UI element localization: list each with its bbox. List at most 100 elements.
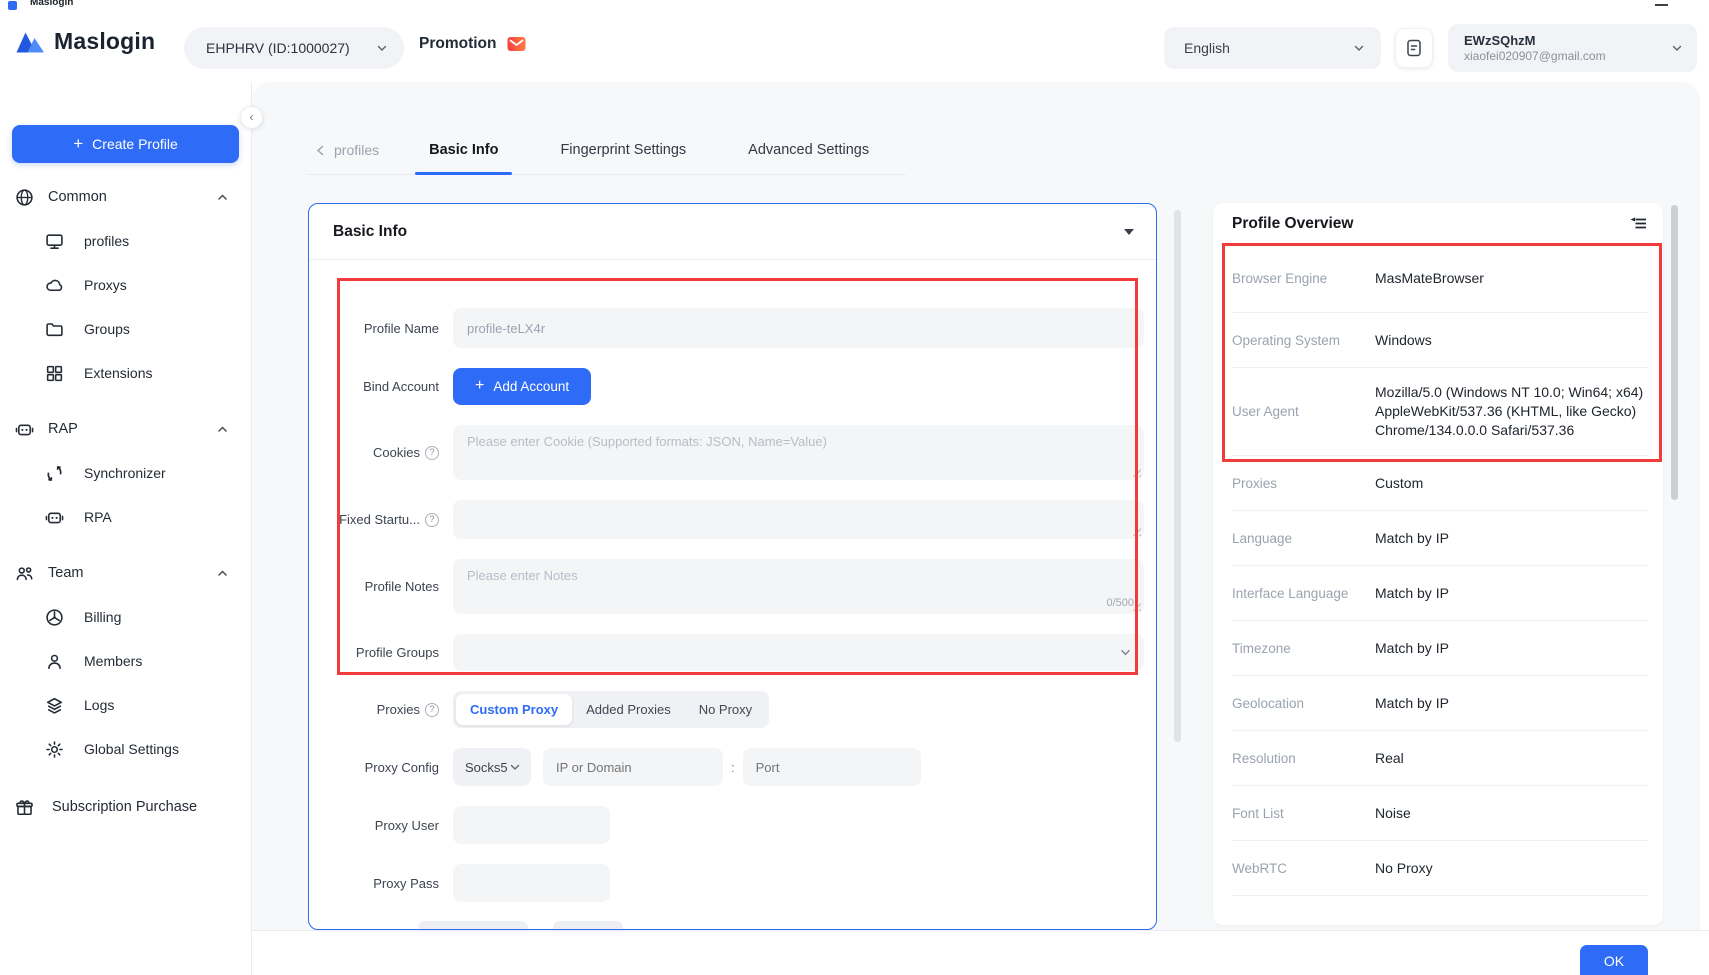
overview-row-label: User Agent: [1232, 404, 1375, 419]
help-icon[interactable]: ?: [425, 513, 439, 527]
sidebar-item-rpa[interactable]: RPA: [0, 495, 251, 539]
overview-rows: Browser Engine MasMateBrowser Operating …: [1213, 245, 1663, 896]
add-account-button[interactable]: + Add Account: [453, 368, 591, 405]
proxy-type-select[interactable]: Socks5: [453, 748, 531, 786]
profile-groups-row: Profile Groups: [309, 634, 1134, 671]
overview-row-value: Mozilla/5.0 (Windows NT 10.0; Win64; x64…: [1375, 383, 1648, 440]
promotion-label: Promotion: [419, 35, 497, 53]
sidebar-item-groups[interactable]: Groups: [0, 307, 251, 351]
overview-row-value: Match by IP: [1375, 584, 1648, 603]
sync-icon: [44, 463, 64, 483]
sidebar-item-extensions[interactable]: Extensions: [0, 351, 251, 395]
proxy-config-label: Proxy Config: [309, 760, 439, 775]
sidebar-section-team[interactable]: Team: [0, 551, 251, 595]
sidebar-collapse-button[interactable]: ‹: [240, 106, 263, 129]
help-icon[interactable]: ?: [425, 703, 439, 717]
minimize-icon[interactable]: [1655, 4, 1668, 6]
overview-row: Font List Noise: [1232, 786, 1648, 841]
overview-row-value: Match by IP: [1375, 694, 1648, 713]
sidebar-item-label: RPA: [84, 509, 112, 525]
language-value: English: [1184, 40, 1230, 56]
user-account-dropdown[interactable]: EWzSQhzM xiaofei020907@gmail.com: [1448, 24, 1697, 72]
plus-icon: +: [73, 135, 83, 152]
sidebar-section-rap[interactable]: RAP: [0, 407, 251, 451]
clipped-control: [553, 921, 623, 929]
overview-row-label: Geolocation: [1232, 696, 1375, 711]
help-icon[interactable]: ?: [425, 446, 439, 460]
sidebar: + Create Profile Common profiles: [0, 82, 252, 975]
language-dropdown[interactable]: English: [1164, 27, 1381, 69]
breadcrumb-label: profiles: [334, 142, 379, 158]
chevron-down-icon: [1353, 42, 1365, 54]
sidebar-item-subscription-purchase[interactable]: Subscription Purchase: [0, 785, 251, 829]
overview-options-icon[interactable]: [1630, 217, 1647, 230]
sidebar-item-label: Members: [84, 653, 142, 669]
workspace-dropdown[interactable]: EHPHRV (ID:1000027): [184, 27, 404, 69]
notes-textarea-wrap: 0/500: [453, 559, 1144, 614]
notes-counter: 0/500: [1106, 597, 1134, 609]
form-scrollbar[interactable]: [1174, 210, 1181, 742]
overview-row: User Agent Mozilla/5.0 (Windows NT 10.0;…: [1232, 368, 1648, 456]
basic-info-form: Profile Name Bind Account + Add Account: [309, 260, 1156, 902]
profile-name-input[interactable]: [453, 308, 1144, 348]
sidebar-item-global-settings[interactable]: Global Settings: [0, 727, 251, 771]
sidebar-item-proxys[interactable]: Proxys: [0, 263, 251, 307]
sidebar-item-logs[interactable]: Logs: [0, 683, 251, 727]
overview-row: Timezone Match by IP: [1232, 621, 1648, 676]
promotion-link[interactable]: Promotion: [419, 35, 526, 53]
tab-advanced-settings[interactable]: Advanced Settings: [738, 135, 879, 165]
team-icon: [14, 563, 34, 583]
sidebar-item-billing[interactable]: Billing: [0, 595, 251, 639]
docs-button[interactable]: [1395, 28, 1433, 68]
sidebar-item-label: Groups: [84, 321, 130, 337]
overview-row: Geolocation Match by IP: [1232, 676, 1648, 731]
sidebar-item-profiles[interactable]: profiles: [0, 219, 251, 263]
basic-info-card-header[interactable]: Basic Info: [309, 204, 1156, 260]
tabs-divider: [306, 174, 906, 175]
profile-name-label: Profile Name: [309, 321, 439, 336]
sidebar-item-label: profiles: [84, 233, 129, 249]
person-icon: [44, 651, 64, 671]
overview-scrollbar[interactable]: [1671, 205, 1678, 500]
cookies-label: Cookies?: [309, 445, 439, 460]
create-profile-button[interactable]: + Create Profile: [12, 125, 239, 163]
overview-row: Resolution Real: [1232, 731, 1648, 786]
sidebar-section-label: Team: [48, 565, 83, 581]
sidebar-item-members[interactable]: Members: [0, 639, 251, 683]
globe-icon: [14, 187, 34, 207]
proxy-pass-input[interactable]: [453, 864, 610, 902]
window-title: Maslogin: [30, 0, 73, 8]
robot-icon: [44, 507, 64, 527]
overview-row-value: Custom: [1375, 474, 1648, 493]
proxy-user-input[interactable]: [453, 806, 610, 844]
tab-fingerprint-settings[interactable]: Fingerprint Settings: [550, 135, 696, 165]
breadcrumb-back[interactable]: profiles: [314, 142, 379, 158]
overview-row: Proxies Custom: [1232, 456, 1648, 511]
sidebar-section-label: RAP: [48, 421, 78, 437]
user-email: xiaofei020907@gmail.com: [1464, 49, 1671, 64]
cookies-textarea[interactable]: [453, 425, 1144, 480]
overview-row-value: No Proxy: [1375, 859, 1648, 878]
tab-basic-info[interactable]: Basic Info: [419, 135, 508, 165]
notes-textarea[interactable]: [453, 559, 1144, 614]
profile-groups-select[interactable]: [453, 634, 1144, 671]
billing-wheel-icon: [44, 607, 64, 627]
chevron-down-icon: [376, 42, 388, 54]
ok-button[interactable]: OK: [1580, 945, 1648, 975]
proxy-port-input[interactable]: [743, 748, 921, 786]
clipped-control: [418, 921, 528, 929]
monitor-icon: [44, 231, 64, 251]
sidebar-item-synchronizer[interactable]: Synchronizer: [0, 451, 251, 495]
sidebar-section-common[interactable]: Common: [0, 175, 251, 219]
proxy-pass-row: Proxy Pass: [309, 864, 1134, 902]
proxy-tab-custom[interactable]: Custom Proxy: [456, 694, 572, 725]
sidebar-item-label: Global Settings: [84, 741, 179, 757]
document-icon: [1405, 38, 1423, 58]
proxy-tab-added[interactable]: Added Proxies: [572, 694, 685, 725]
proxy-host-input[interactable]: [543, 748, 723, 786]
fixed-startup-textarea[interactable]: [453, 500, 1144, 539]
card-title: Basic Info: [333, 223, 407, 241]
proxy-tab-none[interactable]: No Proxy: [685, 694, 766, 725]
collapse-caret-icon[interactable]: [1124, 229, 1134, 235]
fixed-startup-textarea-wrap: [453, 500, 1144, 539]
